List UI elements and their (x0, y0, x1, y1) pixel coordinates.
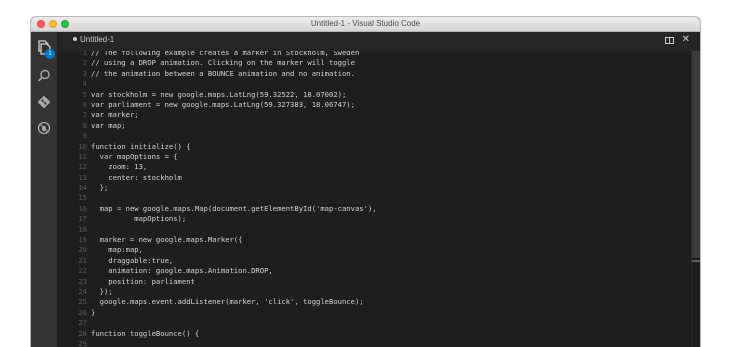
source-control-icon[interactable] (35, 93, 53, 111)
line-number: 8 (82, 120, 87, 130)
line-text: }); (91, 286, 113, 296)
code-line[interactable]: 7 var marker; (57, 110, 700, 120)
tab-label: Untitled-1 (80, 35, 115, 44)
line-text: // the animation between a BOUNCE animat… (91, 68, 355, 78)
line-number: 2 (82, 58, 87, 68)
vscode-window: Untitled-1 - Visual Studio Code 1 Untitl… (31, 17, 700, 347)
line-text: map:map, (91, 245, 143, 255)
line-text: }; (91, 183, 109, 193)
line-text: function initialize() { (91, 141, 191, 151)
line-number: 3 (82, 68, 87, 78)
code-line[interactable]: 3 // the animation between a BOUNCE anima… (57, 69, 700, 79)
code-line[interactable]: 11 var mapOptions = { (57, 152, 700, 162)
line-text: marker = new google.maps.Marker({ (91, 235, 243, 245)
code-line[interactable]: 26} (57, 308, 700, 318)
window-title: Untitled-1 - Visual Studio Code (310, 19, 421, 28)
code-line[interactable]: 1 // The following example creates a mark… (57, 51, 700, 58)
code-line[interactable]: 19 marker = new google.maps.Marker({ (57, 235, 700, 245)
line-text: var stockholm = new google.maps.LatLng(5… (91, 89, 347, 99)
tab-bar: Untitled-1 ✕ (57, 32, 700, 51)
code-line[interactable]: 22 animation: google.maps.Animation.DROP… (57, 266, 700, 276)
line-text: mapOptions); (91, 214, 187, 224)
line-number: 5 (82, 89, 87, 99)
unsaved-dot-icon (73, 36, 77, 41)
line-number: 26 (78, 307, 87, 317)
code-line[interactable]: 24 }); (57, 287, 700, 297)
line-number: 21 (78, 255, 87, 265)
code-line[interactable]: 2 // using a DROP animation. Clicking on … (57, 58, 700, 68)
title-bar: Untitled-1 - Visual Studio Code (31, 17, 700, 32)
code-line[interactable]: 20 map:map, (57, 245, 700, 255)
line-number: 11 (78, 151, 87, 161)
code-line[interactable]: 25 google.maps.event.addListener(marker,… (57, 297, 700, 307)
line-number: 1 (82, 51, 87, 57)
line-number: 17 (78, 214, 87, 224)
code-line[interactable]: 28 function toggleBounce() { (57, 329, 700, 339)
code-line[interactable]: 14 }; (57, 183, 700, 193)
line-text: map = new google.maps.Map(document.getEl… (91, 203, 377, 213)
line-number: 27 (78, 318, 87, 328)
line-number: 24 (78, 286, 87, 296)
code-line[interactable]: 18 (57, 225, 700, 235)
line-text: google.maps.event.addListener(marker, 'c… (91, 297, 364, 307)
code-line[interactable]: 12 zoom: 13, (57, 162, 700, 172)
code-line[interactable]: 4 (57, 79, 700, 89)
line-text: animation: google.maps.Animation.DROP, (91, 266, 273, 276)
scrollbar-thumb[interactable] (692, 51, 700, 258)
line-number: 13 (78, 172, 87, 182)
code-line[interactable]: 13 center: stockholm (57, 173, 700, 183)
search-icon[interactable] (35, 67, 53, 85)
scrollbar-cursor-marker (692, 260, 700, 262)
line-text: position: parliament (91, 276, 195, 286)
line-number: 14 (78, 183, 87, 193)
line-text: // The following example creates a marke… (91, 51, 360, 57)
line-number: 7 (82, 110, 87, 120)
line-text: draggable:true, (91, 255, 174, 265)
line-number: 25 (78, 297, 87, 307)
line-number: 19 (78, 235, 87, 245)
line-number: 22 (78, 266, 87, 276)
line-text: var mapOptions = { (91, 151, 178, 161)
code-editor[interactable]: 1 // The following example creates a mark… (57, 51, 700, 347)
line-number: 28 (78, 328, 87, 338)
line-number: 4 (82, 79, 87, 89)
line-number: 20 (78, 245, 87, 255)
activity-bar: 1 (31, 32, 57, 347)
tab-untitled-1[interactable]: Untitled-1 (73, 35, 114, 44)
code-line[interactable]: 21 draggable:true, (57, 256, 700, 266)
code-line[interactable]: 23 position: parliament (57, 277, 700, 287)
code-line[interactable]: 6 var parliament = new google.maps.LatLng… (57, 100, 700, 110)
debug-icon[interactable] (35, 119, 53, 137)
code-line[interactable]: 27 (57, 318, 700, 328)
split-editor-icon[interactable] (665, 37, 674, 44)
code-line[interactable]: 16 map = new google.maps.Map(document.ge… (57, 204, 700, 214)
line-text: function toggleBounce() { (91, 328, 200, 338)
line-text: var parliament = new google.maps.LatLng(… (91, 99, 355, 109)
code-line[interactable]: 29 (57, 339, 700, 347)
line-text: var marker; (91, 110, 139, 120)
line-number: 23 (78, 276, 87, 286)
code-line[interactable]: 17 mapOptions); (57, 214, 700, 224)
line-number: 12 (78, 162, 87, 172)
code-line[interactable]: 15 (57, 193, 700, 203)
explorer-badge: 1 (45, 49, 55, 59)
code-line[interactable]: 8 var map; (57, 121, 700, 131)
line-number: 10 (78, 141, 87, 151)
line-number: 16 (78, 203, 87, 213)
line-number: 6 (82, 99, 87, 109)
line-text: // using a DROP animation. Clicking on t… (91, 58, 355, 68)
line-text: center: stockholm (91, 172, 182, 182)
line-text: var map; (91, 120, 126, 130)
code-line[interactable]: 9 (57, 131, 700, 141)
line-number: 15 (78, 193, 87, 203)
close-editor-icon[interactable]: ✕ (682, 34, 690, 45)
line-number: 29 (78, 338, 87, 347)
code-line[interactable]: 5 var stockholm = new google.maps.LatLng(… (57, 90, 700, 100)
line-text: zoom: 13, (91, 162, 148, 172)
line-number: 9 (82, 131, 87, 141)
line-text: } (91, 307, 96, 317)
explorer-icon[interactable]: 1 (35, 38, 55, 59)
code-line[interactable]: 10 function initialize() { (57, 142, 700, 152)
line-number: 18 (78, 224, 87, 234)
